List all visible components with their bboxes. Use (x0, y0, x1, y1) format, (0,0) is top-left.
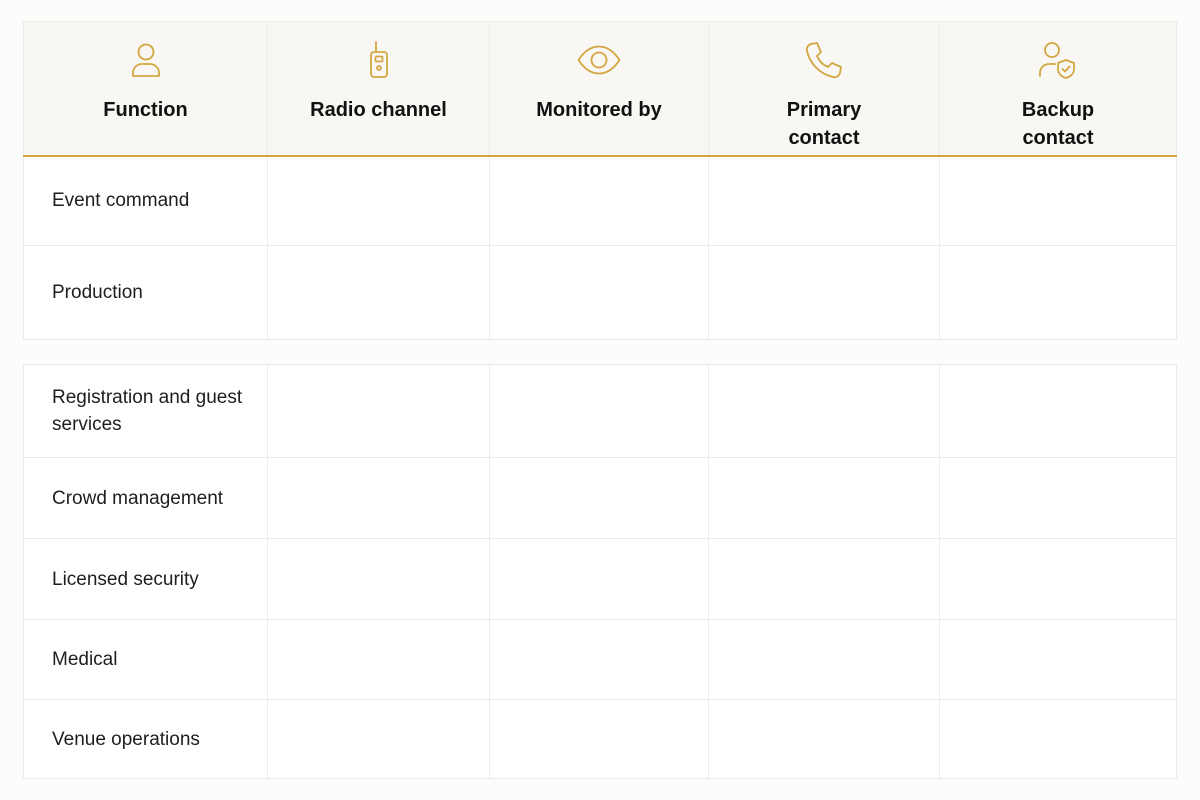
primary-contact-cell[interactable] (708, 244, 940, 340)
radio-channel-cell[interactable] (267, 619, 490, 700)
table-row: Production (23, 244, 1177, 340)
primary-contact-cell[interactable] (708, 699, 940, 779)
function-cell: Registration and guest services (23, 364, 268, 458)
radio-channel-cell[interactable] (267, 244, 490, 340)
phone-icon (802, 38, 846, 82)
primary-contact-cell[interactable] (708, 538, 940, 620)
function-cell: Crowd management (23, 457, 268, 539)
walkie-talkie-icon (357, 38, 401, 82)
eye-icon (577, 38, 621, 82)
column-header-label: Radio channel (310, 99, 447, 121)
backup-contact-cell[interactable] (939, 699, 1177, 779)
backup-contact-cell[interactable] (939, 155, 1177, 246)
monitored-by-cell[interactable] (489, 699, 709, 779)
function-cell: Event command (23, 155, 268, 246)
contact-table-primary: Function Radio channel Monitored by Prim… (23, 21, 1177, 340)
function-cell: Licensed security (23, 538, 268, 620)
radio-channel-cell[interactable] (267, 364, 490, 458)
primary-contact-cell[interactable] (708, 619, 940, 700)
contact-table-secondary: Registration and guest services Crowd ma… (23, 364, 1177, 779)
function-cell: Medical (23, 619, 268, 700)
monitored-by-cell[interactable] (489, 457, 709, 539)
function-cell: Production (23, 244, 268, 340)
radio-channel-cell[interactable] (267, 457, 490, 539)
table-row: Event command (23, 155, 1177, 246)
column-header-label: Backup contact (1021, 99, 1095, 149)
monitored-by-cell[interactable] (489, 244, 709, 340)
backup-contact-cell[interactable] (939, 538, 1177, 620)
backup-contact-cell[interactable] (939, 244, 1177, 340)
monitored-by-cell[interactable] (489, 538, 709, 620)
primary-contact-cell[interactable] (708, 364, 940, 458)
person-shield-icon (1036, 38, 1080, 82)
table-header-row: Function Radio channel Monitored by Prim… (23, 21, 1177, 157)
radio-channel-cell[interactable] (267, 699, 490, 779)
table-row: Crowd management (23, 457, 1177, 539)
column-header-monitored-by: Monitored by (489, 21, 709, 157)
column-header-label: Function (103, 99, 188, 121)
monitored-by-cell[interactable] (489, 364, 709, 458)
table-row: Medical (23, 619, 1177, 700)
column-header-label: Primary contact (786, 99, 862, 149)
person-icon (124, 38, 168, 82)
column-header-function: Function (23, 21, 268, 157)
column-header-label: Monitored by (536, 99, 662, 121)
monitored-by-cell[interactable] (489, 155, 709, 246)
backup-contact-cell[interactable] (939, 457, 1177, 539)
table-row: Venue operations (23, 699, 1177, 779)
table-row: Registration and guest services (23, 364, 1177, 458)
monitored-by-cell[interactable] (489, 619, 709, 700)
radio-channel-cell[interactable] (267, 538, 490, 620)
primary-contact-cell[interactable] (708, 457, 940, 539)
radio-channel-cell[interactable] (267, 155, 490, 246)
backup-contact-cell[interactable] (939, 364, 1177, 458)
column-header-backup-contact: Backup contact (939, 21, 1177, 157)
primary-contact-cell[interactable] (708, 155, 940, 246)
function-cell: Venue operations (23, 699, 268, 779)
table-row: Licensed security (23, 538, 1177, 620)
column-header-primary-contact: Primary contact (708, 21, 940, 157)
column-header-radio-channel: Radio channel (267, 21, 490, 157)
backup-contact-cell[interactable] (939, 619, 1177, 700)
